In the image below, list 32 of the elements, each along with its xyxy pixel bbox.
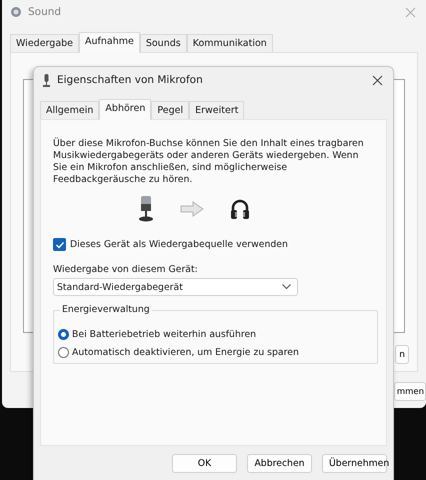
tab[interactable]: Wiedergabe [10, 34, 80, 52]
chevron-down-icon [282, 284, 291, 290]
checkbox-label: Dieses Gerät als Wiedergabequelle verwenden [70, 239, 288, 250]
microphone-icon [42, 74, 51, 86]
button[interactable]: OK [172, 454, 237, 473]
tab[interactable]: Aufnahme [79, 32, 140, 53]
field-label: Wiedergabe von diesem Gerät: [53, 264, 199, 275]
window-title: Sound [28, 6, 62, 18]
radio-label: Automatisch deaktivieren, um Energie zu sparen [72, 346, 299, 358]
tab[interactable]: Abhören [99, 99, 152, 120]
microphone-icon [138, 196, 154, 222]
arrow-icon [180, 201, 204, 217]
tab[interactable]: Erweitert [189, 101, 244, 119]
button[interactable]: Abbrechen [247, 454, 312, 473]
speaker-icon [10, 6, 22, 18]
tab[interactable]: Sounds [140, 34, 187, 52]
checkbox[interactable] [53, 238, 66, 251]
group-title: Energieverwaltung [60, 304, 152, 315]
tab[interactable]: Allgemein [40, 101, 100, 119]
tab[interactable]: Kommunikation [186, 34, 273, 52]
description-text: Über diese Mikrofon-Buchse können Sie den Inhalt eines tragbaren Musikwiedergabegeräts oder anderen Geräts wiedergeben. Wenn Sie ein Mikrofon anschließen, sind möglicherweise Feedbackgeräusche zu hören. [53, 138, 365, 186]
dropdown[interactable]: Standard-Wiedergabegerät [53, 278, 298, 296]
headphones-icon [230, 198, 250, 220]
radio-button[interactable] [58, 328, 69, 340]
radio-label: Bei Batteriebetrieb weiterhin ausführen [72, 328, 256, 340]
button[interactable]: n [395, 345, 409, 364]
close-icon[interactable] [372, 74, 383, 86]
window-title: Eigenschaften von Mikrofon [57, 74, 203, 86]
tab[interactable]: Pegel [151, 101, 190, 119]
button[interactable]: Übernehmen [322, 454, 387, 473]
radio-button[interactable] [58, 346, 69, 358]
button[interactable]: mmen [394, 382, 426, 401]
